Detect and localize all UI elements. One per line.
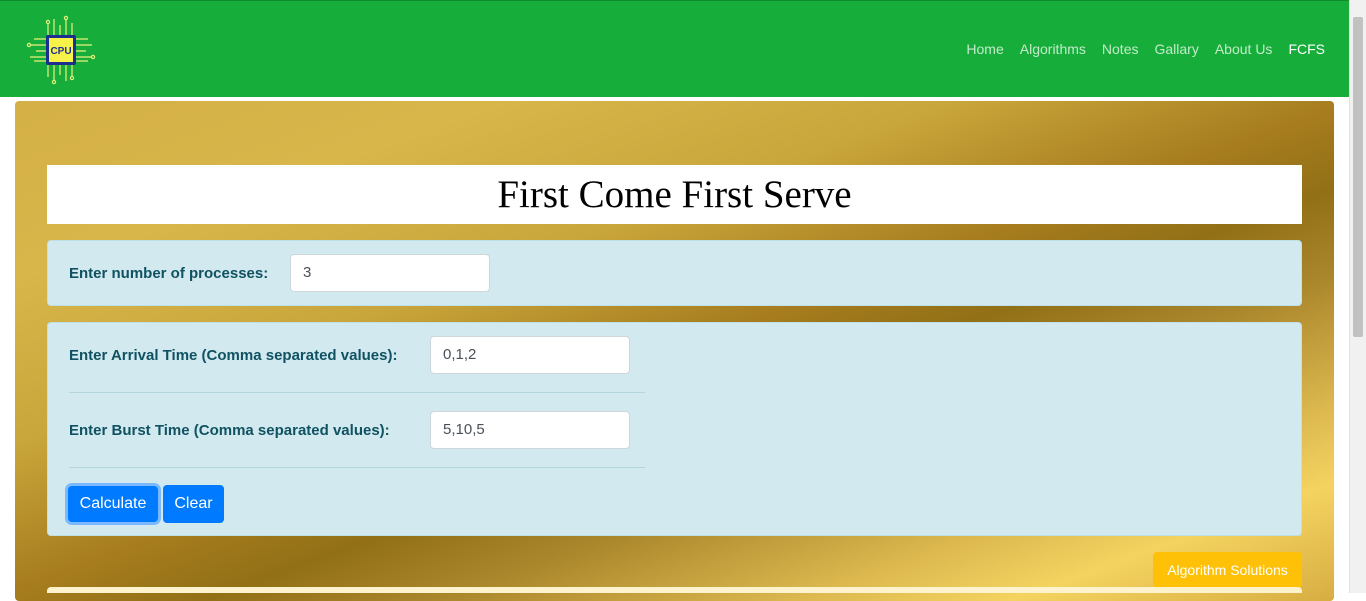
- page-scrollbar[interactable]: [1349, 0, 1366, 593]
- calculate-button[interactable]: Calculate: [68, 486, 158, 522]
- burst-row-divider: [69, 467, 645, 468]
- arrival-time-label: Enter Arrival Time (Comma separated valu…: [69, 347, 398, 364]
- cpu-logo-icon[interactable]: CPU: [26, 15, 96, 85]
- burst-time-label: Enter Burst Time (Comma separated values…: [69, 422, 390, 439]
- nav-about-us[interactable]: About Us: [1215, 41, 1273, 57]
- burst-time-input[interactable]: 5,10,5: [430, 411, 630, 449]
- nav-gallary[interactable]: Gallary: [1154, 41, 1198, 57]
- arrival-time-input[interactable]: 0,1,2: [430, 336, 630, 374]
- nav-algorithms[interactable]: Algorithms: [1020, 41, 1086, 57]
- page-title: First Come First Serve: [47, 165, 1302, 224]
- logo-text: CPU: [50, 46, 71, 57]
- results-section: [47, 587, 1302, 593]
- processes-input[interactable]: 3: [290, 254, 490, 292]
- nav-notes[interactable]: Notes: [1102, 41, 1139, 57]
- navbar: CPU Home Algorithms Notes Gallary About …: [0, 0, 1349, 97]
- algorithm-solutions-button[interactable]: Algorithm Solutions: [1153, 552, 1302, 588]
- clear-button[interactable]: Clear: [163, 485, 224, 523]
- nav-home[interactable]: Home: [966, 41, 1003, 57]
- nav-fcfs[interactable]: FCFS: [1288, 41, 1325, 57]
- scrollbar-thumb[interactable]: [1353, 17, 1363, 337]
- processes-label: Enter number of processes:: [69, 265, 269, 282]
- nav-menu: Home Algorithms Notes Gallary About Us F…: [966, 41, 1325, 57]
- arrival-row-divider: [69, 392, 645, 393]
